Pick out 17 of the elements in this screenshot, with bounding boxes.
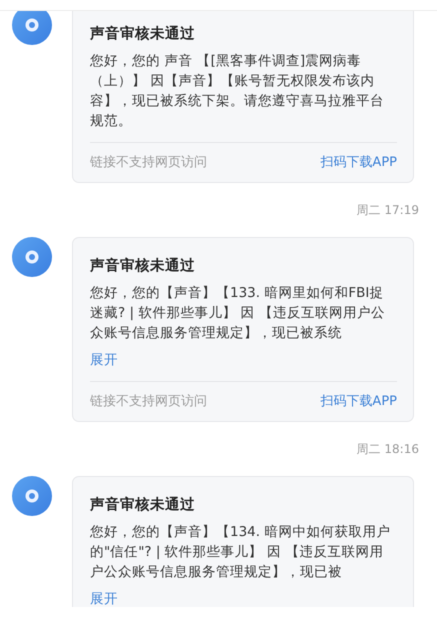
message-title: 声音审核未通过 — [90, 24, 196, 44]
message-text: 您好，您的【声音】【134. 暗网中如何获取用户的"信任"? | 软件那些事儿】 因 【违反互联网用户公众账号信息服务管理规定】，现已被 — [90, 523, 392, 582]
avatar-icon — [12, 11, 52, 45]
download-app-link[interactable]: 扫码下载APP — [320, 393, 397, 411]
timestamp: 周二 17:19 — [356, 203, 419, 217]
message-text: 您好，您的 声音 【[黑客事件调查]震网病毒（上）】 因【声音】【账号暂无权限发布该内容】，现已被系统下架。请您遵守喜马拉雅平台规范。 — [90, 52, 385, 131]
timestamp: 周二 18:16 — [356, 442, 419, 456]
expand-link[interactable]: 展开 — [90, 589, 118, 607]
message-title: 声音审核未通过 — [90, 496, 196, 515]
message-title: 声音审核未通过 — [90, 256, 196, 276]
expand-link[interactable]: 展开 — [90, 350, 118, 370]
avatar-icon — [12, 476, 52, 516]
message-text: 您好，您的【声音】【133. 暗网里如何和FBI捉迷藏? | 软件那些事儿】 因 【违反互联网用户公众账号信息服务管理规定】，现已被系统 — [90, 284, 386, 343]
download-app-link[interactable]: 扫码下载APP — [320, 154, 397, 172]
avatar-icon — [12, 237, 52, 277]
link-notice: 链接不支持网页访问 — [90, 154, 207, 172]
link-notice: 链接不支持网页访问 — [90, 393, 207, 411]
